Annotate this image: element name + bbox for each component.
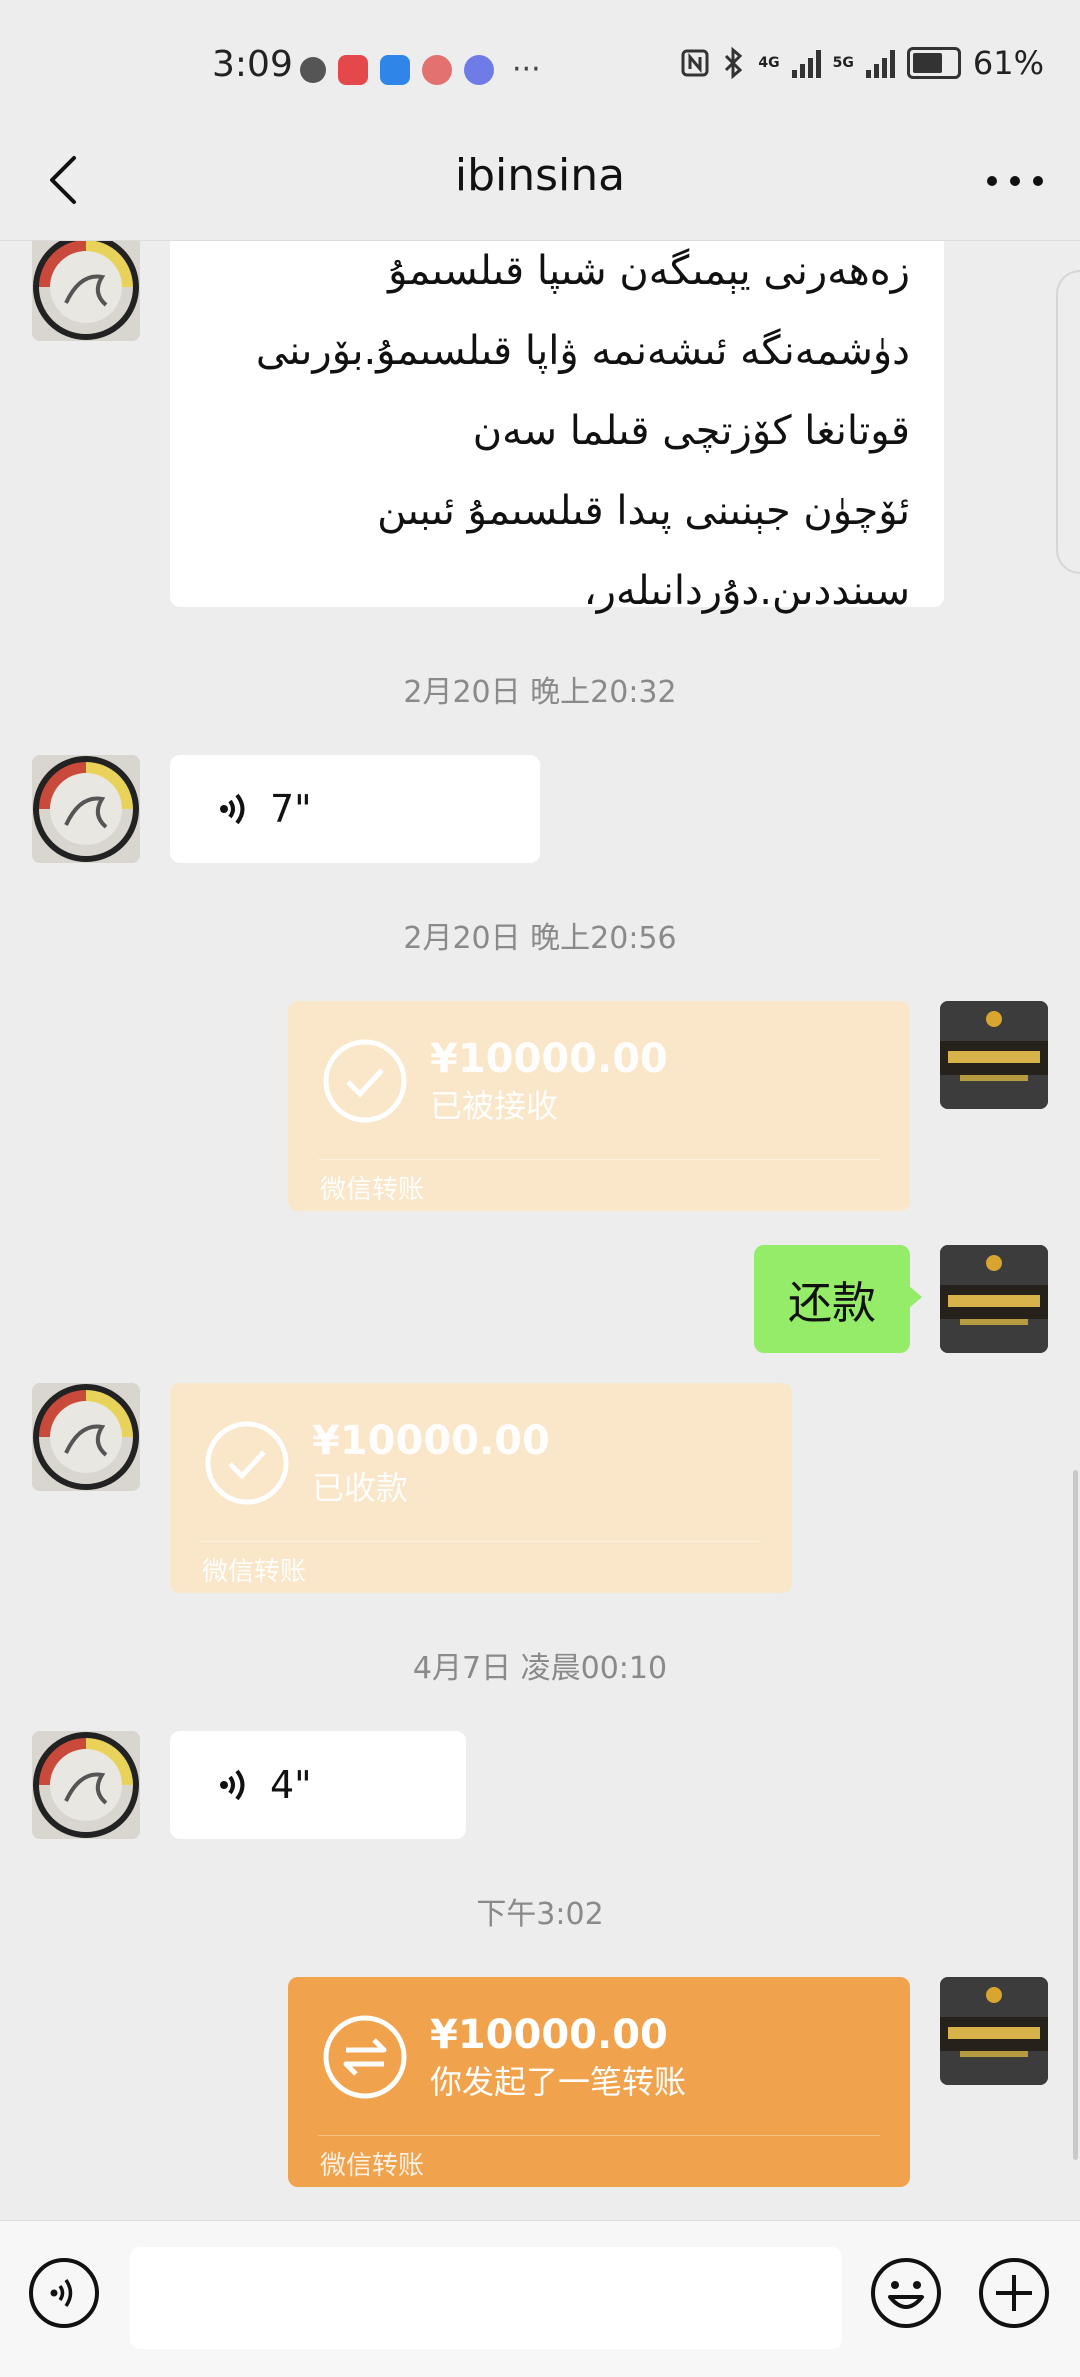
timestamp: 2月20日 晚上20:32 [403,675,677,710]
signal-icon-2 [865,48,895,78]
timestamp: 下午3:02 [476,1897,604,1932]
plus-icon[interactable] [978,2257,1050,2329]
message-line: قوتانغا كۆزتچى قىلما سەن [472,408,910,454]
text-message-sent[interactable]: 还款 [754,1245,910,1353]
status-system-icons: 4G 5G 61% [680,44,1044,82]
voice-message[interactable]: 7" [170,755,540,863]
message-line: ئۆچۈن جېنىنى پىدا قىلسىمۇ ئىبىن [377,488,910,534]
transfer-card-body: ¥10000.00 已收款 [170,1383,792,1543]
app-icon-red [338,54,368,85]
battery-icon [906,47,961,79]
status-more: ··· [512,52,541,87]
avatar[interactable] [32,1383,140,1491]
battery-percent: 61% [972,44,1044,82]
input-bar [0,2220,1080,2377]
transfer-amount: ¥10000.00 [312,1418,550,1464]
more-dots-icon[interactable] [980,156,1050,206]
transfer-divider [200,1541,762,1542]
battery-fill [912,53,943,73]
transfer-arrows-icon [323,2015,407,2099]
check-circle-icon [323,1039,407,1123]
transfer-footer: 微信转账 [320,2151,425,2181]
message-line: دۈشمەنگە ئىشەنمە ۋاپا قىلسىمۇ.بۆرىنى [255,328,910,374]
transfer-card-body: ¥10000.00 你发起了一笔转账 [288,1977,910,2137]
scrollbar[interactable] [1073,1470,1078,2160]
transfer-card-collected[interactable]: ¥10000.00 已收款 微信转账 [170,1383,792,1593]
transfer-footer: 微信转账 [202,1557,307,1587]
app-icon-music [464,54,494,85]
contact-avatar-image [32,1383,140,1491]
side-gesture-handle [1056,270,1080,574]
net1-label: 4G [758,55,780,71]
my-avatar[interactable] [940,1001,1048,1109]
status-notification-icons: ··· [300,52,541,87]
app-icon-weather [380,54,410,85]
transfer-status: 你发起了一笔转账 [430,2063,687,2101]
avatar[interactable] [32,1731,140,1839]
transfer-footer: 微信转账 [320,1175,425,1205]
nfc-icon [681,49,709,77]
check-circle-icon [205,1421,289,1505]
status-time: 3:09 [212,44,293,85]
transfer-amount: ¥10000.00 [430,2012,668,2058]
voice-duration: 4" [270,1763,312,1807]
net2-label: 5G [832,55,854,71]
message-list[interactable]: زەھەرنى يېمىگەن شىپا قىلسىمۇ دۈشمەنگە ئى… [0,241,1080,2221]
timestamp: 4月7日 凌晨00:10 [412,1651,668,1686]
timestamp: 2月20日 晚上20:56 [403,921,677,956]
my-avatar-image [940,1245,1048,1353]
transfer-divider [318,1159,880,1160]
message-line: زەھەرنى يېمىگەن شىپا قىلسىمۇ [388,248,910,294]
voice-input-icon[interactable] [28,2257,100,2329]
avatar[interactable] [32,241,140,341]
chat-header: ibinsina [0,120,1080,240]
message-text: 还款 [788,1278,876,1329]
my-avatar-image [940,1001,1048,1109]
message-line: سىنددىن.دۇردانىلەر، [583,568,910,614]
avatar[interactable] [32,755,140,863]
transfer-card-pending[interactable]: ¥10000.00 你发起了一笔转账 微信转账 [288,1977,910,2187]
text-message[interactable]: زەھەرنى يېمىگەن شىپا قىلسىمۇ دۈشمەنگە ئى… [170,241,944,614]
my-avatar-image [940,1977,1048,2085]
voice-icon [220,1769,245,1801]
voice-icon [220,793,245,825]
message-input[interactable] [130,2247,842,2349]
my-avatar[interactable] [940,1977,1048,2085]
contact-avatar-image [32,241,140,341]
contact-avatar-image [32,755,140,863]
transfer-divider [318,2135,880,2136]
app-icon-podcast [422,54,452,85]
bubble-tail [908,1285,922,1309]
transfer-amount: ¥10000.00 [430,1036,668,1082]
emoji-icon[interactable] [870,2257,942,2329]
chat-title: ibinsina [454,150,626,201]
transfer-status: 已收款 [312,1469,409,1507]
signal-icon-1 [791,48,821,78]
app-icon-audio [300,56,326,83]
contact-avatar-image [32,1731,140,1839]
voice-message[interactable]: 4" [170,1731,466,1839]
my-avatar[interactable] [940,1245,1048,1353]
status-bar: 3:09 ··· 4G 5G 61% [0,0,1080,140]
transfer-card-received[interactable]: ¥10000.00 已被接收 微信转账 [288,1001,910,1211]
voice-duration: 7" [270,787,312,831]
transfer-status: 已被接收 [430,1087,559,1125]
transfer-card-body: ¥10000.00 已被接收 [288,1001,910,1161]
bluetooth-icon [725,47,743,79]
